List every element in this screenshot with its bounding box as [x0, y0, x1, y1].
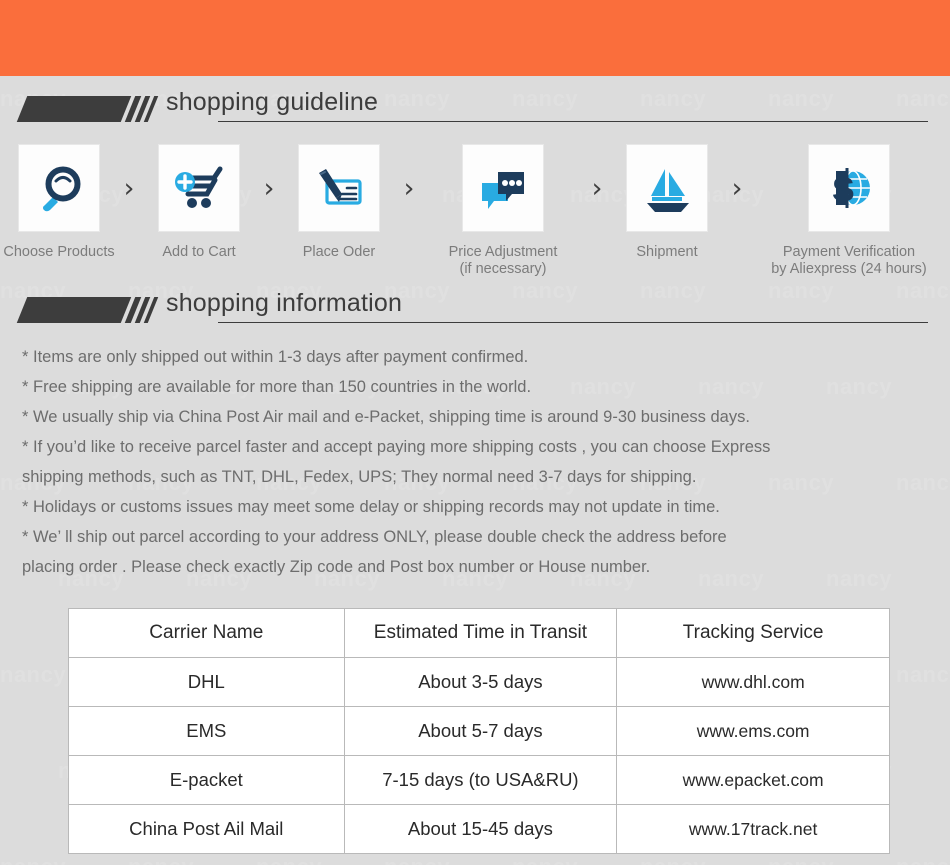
carrier-name-cell: E-packet [68, 755, 345, 805]
watermark-text: nancy [640, 854, 706, 865]
sailboat-icon [647, 169, 689, 212]
step-icon-box [626, 144, 708, 232]
watermark-text: nancy [768, 854, 834, 865]
watermark-text: nancy [0, 854, 66, 865]
heading-decoration [16, 297, 159, 323]
svg-text:S: S [832, 171, 855, 209]
watermark-text: nancy [256, 854, 322, 865]
step-separator-icon: › [403, 172, 415, 204]
step-shipment: Shipment [611, 144, 723, 261]
step-separator-icon: › [731, 172, 743, 204]
watermark-text: nancy [896, 662, 950, 687]
step-price-adjustment: Price Adjustment (if necessary) [423, 144, 583, 278]
info-line: * Items are only shipped out within 1-3 … [22, 348, 529, 366]
dollar-globe-icon: S [832, 168, 870, 209]
info-line: * We’ ll ship out parcel according to yo… [22, 528, 727, 576]
step-label: Shipment [636, 244, 698, 260]
transit-time-cell: About 3-5 days [343, 657, 618, 707]
tracking-service-cell: www.dhl.com [616, 657, 890, 707]
table-header-cell: Tracking Service [616, 608, 890, 658]
tracking-service-cell: www.epacket.com [616, 755, 890, 805]
transit-time-cell: About 15-45 days [343, 804, 618, 854]
watermark-text: nancy [384, 854, 450, 865]
top-banner [0, 0, 950, 76]
shopping-steps: Choose Products › Add to Cart › Place Od… [0, 144, 950, 278]
table-header-cell: Estimated Time in Transit [343, 608, 618, 658]
magnifier-icon [42, 166, 81, 212]
shopping-cart-add-icon [175, 166, 223, 208]
table-header-cell: Carrier Name [68, 608, 345, 658]
step-add-to-cart: Add to Cart [143, 144, 255, 261]
tracking-service-cell: www.ems.com [616, 706, 890, 756]
step-label: Payment Verification by Aliexpress (24 h… [771, 244, 927, 277]
carrier-name-cell: EMS [68, 706, 345, 756]
chat-bubbles-icon [482, 172, 524, 209]
transit-time-cell: 7-15 days (to USA&RU) [343, 755, 618, 805]
heading-tag-block [16, 297, 132, 323]
table-header-row: Carrier Name Estimated Time in Transit T… [68, 608, 890, 658]
info-line: * We usually ship via China Post Air mai… [22, 408, 750, 426]
info-line: * If you’d like to receive parcel faster… [22, 438, 771, 486]
step-label: Add to Cart [162, 244, 236, 260]
transit-time-cell: About 5-7 days [343, 706, 618, 756]
step-choose-products: Choose Products [3, 144, 115, 261]
info-line: * Free shipping are available for more t… [22, 378, 532, 396]
step-payment-verification: S Payment Verification by Aliexpress (24… [751, 144, 947, 278]
guideline-title: shopping guideline [166, 88, 379, 116]
info-line: * Holidays or customs issues may meet so… [22, 498, 720, 516]
information-title: shopping information [166, 289, 403, 317]
table-row: China Post Ail Mail About 15-45 days www… [68, 804, 890, 854]
step-icon-box [18, 144, 100, 232]
step-icon-box [298, 144, 380, 232]
step-separator-icon: › [591, 172, 603, 204]
carrier-name-cell: China Post Ail Mail [68, 804, 345, 854]
step-label: Price Adjustment (if necessary) [448, 244, 558, 277]
watermark-text: nancy [0, 662, 67, 687]
guideline-underline [218, 121, 928, 122]
table-row: DHL About 3-5 days www.dhl.com [68, 657, 890, 707]
step-icon-box [462, 144, 544, 232]
pen-check-icon [319, 169, 362, 205]
step-icon-box [158, 144, 240, 232]
heading-tag-block [16, 96, 132, 122]
table-row: EMS About 5-7 days www.ems.com [68, 706, 890, 756]
watermark-text: nancy [512, 854, 578, 865]
watermark-text: nancy [128, 854, 194, 865]
information-underline [218, 322, 928, 323]
table-row: E-packet 7-15 days (to USA&RU) www.epack… [68, 755, 890, 805]
watermark-text: nancy [896, 854, 950, 865]
carrier-name-cell: DHL [68, 657, 345, 707]
step-separator-icon: › [123, 172, 135, 204]
step-place-order: Place Oder [283, 144, 395, 261]
carrier-table: Carrier Name Estimated Time in Transit T… [68, 608, 890, 854]
step-separator-icon: › [263, 172, 275, 204]
shipping-info-list: * Items are only shipped out within 1-3 … [22, 342, 928, 582]
shopping-guideline-heading: shopping guideline [16, 88, 928, 132]
step-label: Place Oder [302, 244, 376, 260]
step-label: Choose Products [3, 244, 115, 260]
tracking-service-cell: www.17track.net [616, 804, 890, 854]
heading-decoration [16, 96, 159, 122]
step-icon-box: S [808, 144, 890, 232]
shopping-information-heading: shopping information [16, 289, 928, 333]
